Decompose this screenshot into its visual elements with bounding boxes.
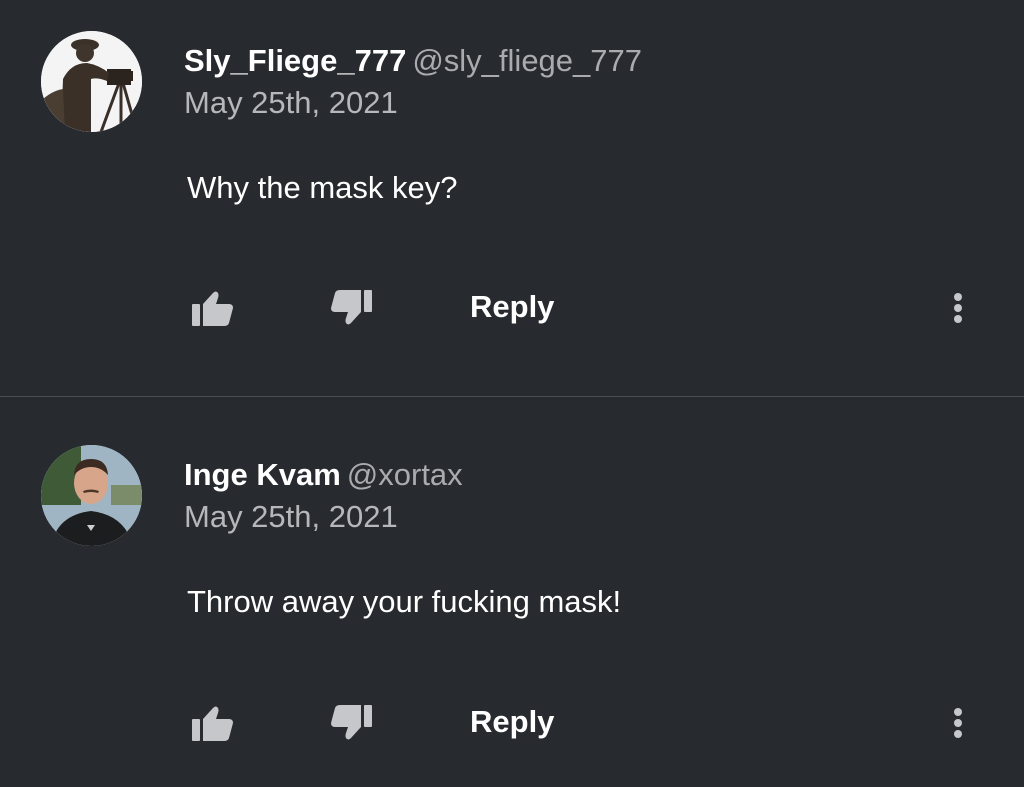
like-button[interactable] (189, 702, 235, 744)
author-name[interactable]: Sly_Fliege_777 (184, 43, 406, 78)
author-name[interactable]: Inge Kvam (184, 457, 341, 492)
more-options-button[interactable] (946, 287, 970, 329)
thumbs-up-icon (192, 291, 233, 326)
person-with-camera-avatar-icon (41, 31, 142, 132)
author-handle[interactable]: @sly_fliege_777 (412, 43, 642, 78)
more-vertical-icon (954, 708, 962, 738)
comment-actions: Reply (0, 283, 1024, 331)
dislike-button[interactable] (329, 702, 375, 744)
reply-button[interactable]: Reply (470, 704, 554, 740)
comment-text: Why the mask key? (187, 170, 458, 205)
comment-date: May 25th, 2021 (184, 85, 398, 120)
comment-item: Inge Kvam @xortax May 25th, 2021 Throw aw… (0, 397, 1024, 787)
comment-date: May 25th, 2021 (184, 499, 398, 534)
more-vertical-icon (954, 293, 962, 323)
more-options-button[interactable] (946, 702, 970, 744)
thumbs-down-icon (331, 705, 372, 740)
thumbs-down-icon (331, 290, 372, 325)
dislike-button[interactable] (329, 287, 375, 329)
avatar[interactable] (41, 445, 142, 546)
thumbs-up-icon (192, 706, 233, 741)
comment-text: Throw away your fucking mask! (187, 584, 622, 619)
reply-button[interactable]: Reply (470, 289, 554, 325)
man-portrait-avatar-icon (41, 445, 142, 546)
author-handle[interactable]: @xortax (347, 457, 463, 492)
comment-header: Sly_Fliege_777 @sly_fliege_777 (184, 43, 642, 79)
comment-item: Sly_Fliege_777 @sly_fliege_777 May 25th, … (0, 0, 1024, 396)
like-button[interactable] (189, 287, 235, 329)
comment-actions: Reply (0, 698, 1024, 746)
comment-header: Inge Kvam @xortax (184, 457, 463, 493)
avatar[interactable] (41, 31, 142, 132)
